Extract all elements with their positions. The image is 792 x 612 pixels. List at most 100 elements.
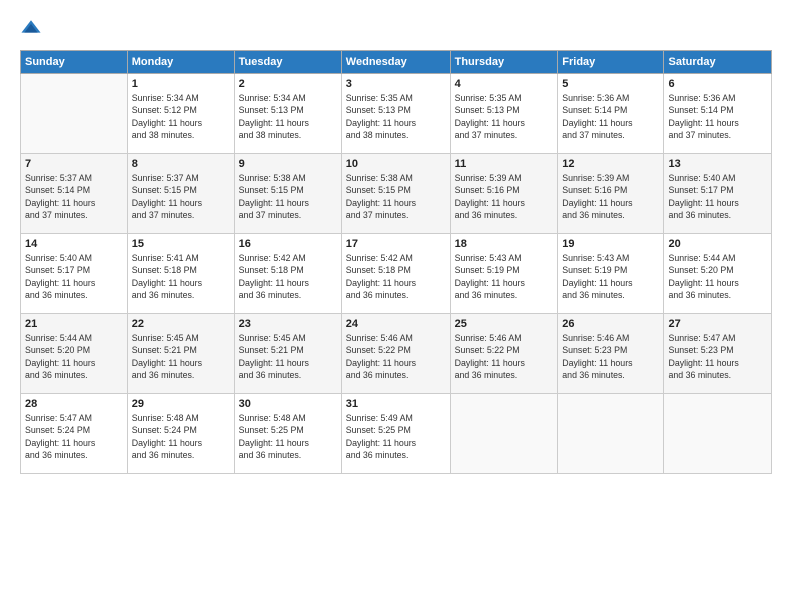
calendar-week-row: 21 Sunrise: 5:44 AMSunset: 5:20 PMDayligh… <box>21 314 772 394</box>
day-number: 18 <box>455 238 554 250</box>
calendar-cell: 19 Sunrise: 5:43 AMSunset: 5:19 PMDayligh… <box>558 234 664 314</box>
calendar-cell: 31 Sunrise: 5:49 AMSunset: 5:25 PMDayligh… <box>341 394 450 474</box>
day-info: Sunrise: 5:37 AMSunset: 5:15 PMDaylight:… <box>132 172 230 221</box>
calendar-cell: 29 Sunrise: 5:48 AMSunset: 5:24 PMDayligh… <box>127 394 234 474</box>
day-number: 2 <box>239 78 337 90</box>
day-number: 17 <box>346 238 446 250</box>
calendar-table: SundayMondayTuesdayWednesdayThursdayFrid… <box>20 50 772 474</box>
day-number: 25 <box>455 318 554 330</box>
day-number: 19 <box>562 238 659 250</box>
calendar-cell: 15Sunrise: 5:41 AMSunset: 5:18 PMDayligh… <box>127 234 234 314</box>
day-number: 9 <box>239 158 337 170</box>
calendar-cell: 30 Sunrise: 5:48 AMSunset: 5:25 PMDayligh… <box>234 394 341 474</box>
day-info: Sunrise: 5:43 AMSunset: 5:19 PMDaylight:… <box>562 252 659 301</box>
calendar-cell: 12Sunrise: 5:39 AMSunset: 5:16 PMDayligh… <box>558 154 664 234</box>
day-header: Friday <box>558 51 664 74</box>
day-number: 21 <box>25 318 123 330</box>
calendar-cell: 21 Sunrise: 5:44 AMSunset: 5:20 PMDayligh… <box>21 314 128 394</box>
calendar-cell: 22 Sunrise: 5:45 AMSunset: 5:21 PMDayligh… <box>127 314 234 394</box>
day-number: 15 <box>132 238 230 250</box>
day-number: 29 <box>132 398 230 410</box>
calendar-cell <box>664 394 772 474</box>
day-number: 30 <box>239 398 337 410</box>
calendar-cell: 1 Sunrise: 5:34 AMSunset: 5:12 PMDaylight… <box>127 74 234 154</box>
day-info: Sunrise: 5:35 AMSunset: 5:13 PMDaylight:… <box>455 92 554 141</box>
day-number: 20 <box>668 238 767 250</box>
day-info: Sunrise: 5:49 AMSunset: 5:25 PMDaylight:… <box>346 412 446 461</box>
day-info: Sunrise: 5:44 AMSunset: 5:20 PMDaylight:… <box>25 332 123 381</box>
calendar-cell: 27 Sunrise: 5:47 AMSunset: 5:23 PMDayligh… <box>664 314 772 394</box>
calendar-cell: 13 Sunrise: 5:40 AMSunset: 5:17 PMDayligh… <box>664 154 772 234</box>
calendar-cell: 17 Sunrise: 5:42 AMSunset: 5:18 PMDayligh… <box>341 234 450 314</box>
header <box>20 18 772 40</box>
day-header: Wednesday <box>341 51 450 74</box>
day-number: 31 <box>346 398 446 410</box>
day-number: 24 <box>346 318 446 330</box>
day-header: Tuesday <box>234 51 341 74</box>
header-row: SundayMondayTuesdayWednesdayThursdayFrid… <box>21 51 772 74</box>
day-number: 1 <box>132 78 230 90</box>
day-info: Sunrise: 5:40 AMSunset: 5:17 PMDaylight:… <box>668 172 767 221</box>
calendar-cell: 10 Sunrise: 5:38 AMSunset: 5:15 PMDayligh… <box>341 154 450 234</box>
day-info: Sunrise: 5:43 AMSunset: 5:19 PMDaylight:… <box>455 252 554 301</box>
day-number: 10 <box>346 158 446 170</box>
calendar-cell: 23Sunrise: 5:45 AMSunset: 5:21 PMDayligh… <box>234 314 341 394</box>
day-number: 6 <box>668 78 767 90</box>
calendar-cell: 25 Sunrise: 5:46 AMSunset: 5:22 PMDayligh… <box>450 314 558 394</box>
day-number: 14 <box>25 238 123 250</box>
day-number: 7 <box>25 158 123 170</box>
day-info: Sunrise: 5:34 AMSunset: 5:12 PMDaylight:… <box>132 92 230 141</box>
day-info: Sunrise: 5:46 AMSunset: 5:22 PMDaylight:… <box>455 332 554 381</box>
day-header: Thursday <box>450 51 558 74</box>
day-info: Sunrise: 5:42 AMSunset: 5:18 PMDaylight:… <box>346 252 446 301</box>
day-info: Sunrise: 5:38 AMSunset: 5:15 PMDaylight:… <box>346 172 446 221</box>
calendar-cell: 11 Sunrise: 5:39 AMSunset: 5:16 PMDayligh… <box>450 154 558 234</box>
day-info: Sunrise: 5:38 AMSunset: 5:15 PMDaylight:… <box>239 172 337 221</box>
calendar-cell <box>558 394 664 474</box>
calendar-cell <box>21 74 128 154</box>
day-info: Sunrise: 5:35 AMSunset: 5:13 PMDaylight:… <box>346 92 446 141</box>
day-header: Sunday <box>21 51 128 74</box>
day-info: Sunrise: 5:46 AMSunset: 5:22 PMDaylight:… <box>346 332 446 381</box>
day-info: Sunrise: 5:40 AMSunset: 5:17 PMDaylight:… <box>25 252 123 301</box>
logo <box>20 18 46 40</box>
day-info: Sunrise: 5:34 AMSunset: 5:13 PMDaylight:… <box>239 92 337 141</box>
calendar-week-row: 14 Sunrise: 5:40 AMSunset: 5:17 PMDayligh… <box>21 234 772 314</box>
day-header: Monday <box>127 51 234 74</box>
day-number: 27 <box>668 318 767 330</box>
day-info: Sunrise: 5:45 AMSunset: 5:21 PMDaylight:… <box>132 332 230 381</box>
day-info: Sunrise: 5:37 AMSunset: 5:14 PMDaylight:… <box>25 172 123 221</box>
calendar-cell: 8 Sunrise: 5:37 AMSunset: 5:15 PMDaylight… <box>127 154 234 234</box>
day-number: 26 <box>562 318 659 330</box>
calendar-cell: 5Sunrise: 5:36 AMSunset: 5:14 PMDaylight… <box>558 74 664 154</box>
day-info: Sunrise: 5:39 AMSunset: 5:16 PMDaylight:… <box>562 172 659 221</box>
logo-icon <box>20 18 42 40</box>
day-number: 23 <box>239 318 337 330</box>
day-info: Sunrise: 5:47 AMSunset: 5:24 PMDaylight:… <box>25 412 123 461</box>
calendar-cell: 24 Sunrise: 5:46 AMSunset: 5:22 PMDayligh… <box>341 314 450 394</box>
calendar-cell: 28 Sunrise: 5:47 AMSunset: 5:24 PMDayligh… <box>21 394 128 474</box>
day-number: 11 <box>455 158 554 170</box>
calendar-cell: 20 Sunrise: 5:44 AMSunset: 5:20 PMDayligh… <box>664 234 772 314</box>
day-info: Sunrise: 5:47 AMSunset: 5:23 PMDaylight:… <box>668 332 767 381</box>
day-number: 28 <box>25 398 123 410</box>
day-number: 3 <box>346 78 446 90</box>
calendar-cell <box>450 394 558 474</box>
day-info: Sunrise: 5:48 AMSunset: 5:25 PMDaylight:… <box>239 412 337 461</box>
day-info: Sunrise: 5:39 AMSunset: 5:16 PMDaylight:… <box>455 172 554 221</box>
calendar-cell: 7 Sunrise: 5:37 AMSunset: 5:14 PMDaylight… <box>21 154 128 234</box>
day-number: 22 <box>132 318 230 330</box>
calendar-cell: 26Sunrise: 5:46 AMSunset: 5:23 PMDayligh… <box>558 314 664 394</box>
calendar-cell: 16Sunrise: 5:42 AMSunset: 5:18 PMDayligh… <box>234 234 341 314</box>
day-info: Sunrise: 5:44 AMSunset: 5:20 PMDaylight:… <box>668 252 767 301</box>
day-number: 8 <box>132 158 230 170</box>
day-number: 13 <box>668 158 767 170</box>
day-header: Saturday <box>664 51 772 74</box>
calendar-cell: 14 Sunrise: 5:40 AMSunset: 5:17 PMDayligh… <box>21 234 128 314</box>
calendar-week-row: 28 Sunrise: 5:47 AMSunset: 5:24 PMDayligh… <box>21 394 772 474</box>
day-info: Sunrise: 5:42 AMSunset: 5:18 PMDaylight:… <box>239 252 337 301</box>
day-info: Sunrise: 5:48 AMSunset: 5:24 PMDaylight:… <box>132 412 230 461</box>
calendar-page: SundayMondayTuesdayWednesdayThursdayFrid… <box>0 0 792 612</box>
calendar-week-row: 7 Sunrise: 5:37 AMSunset: 5:14 PMDaylight… <box>21 154 772 234</box>
calendar-cell: 2 Sunrise: 5:34 AMSunset: 5:13 PMDaylight… <box>234 74 341 154</box>
